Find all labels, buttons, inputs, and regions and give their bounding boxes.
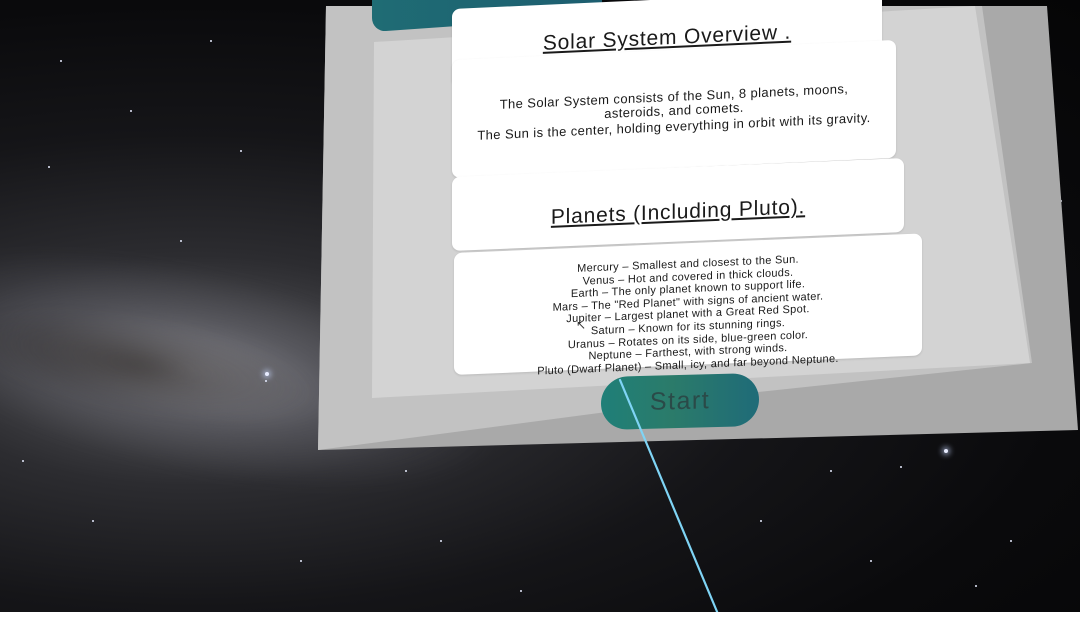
- start-button[interactable]: Start: [601, 372, 759, 431]
- planets-list-card: Mercury – Smallest and closest to the Su…: [454, 233, 922, 377]
- vr-space-scene: Solar System Overview . The Solar System…: [0, 0, 1080, 618]
- overview-description-card: The Solar System consists of the Sun, 8 …: [452, 39, 896, 179]
- cursor-icon: ↖: [576, 318, 587, 332]
- bottom-border: [0, 612, 1080, 618]
- planets-title: Planets (Including Pluto).: [550, 195, 806, 229]
- info-panel: Solar System Overview . The Solar System…: [0, 0, 1080, 618]
